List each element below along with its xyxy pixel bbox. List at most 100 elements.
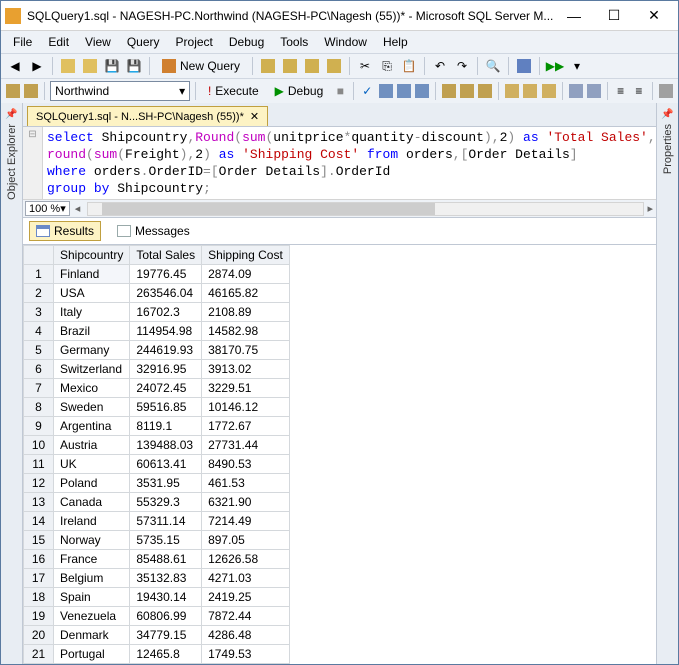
cell[interactable]: Austria [54, 436, 130, 455]
cell[interactable]: France [54, 550, 130, 569]
comment-button[interactable] [567, 81, 583, 101]
cell[interactable]: Canada [54, 493, 130, 512]
cancel-query-button[interactable]: ■ [332, 81, 348, 101]
results-file-button[interactable] [540, 81, 556, 101]
cell[interactable]: 19430.14 [130, 588, 202, 607]
cell[interactable]: 244619.93 [130, 341, 202, 360]
table-row[interactable]: 21Portugal12465.81749.53 [24, 645, 290, 664]
cell[interactable]: USA [54, 284, 130, 303]
zoom-combo[interactable]: 100 % ▾ [25, 201, 70, 216]
menu-tools[interactable]: Tools [272, 33, 316, 51]
menu-view[interactable]: View [77, 33, 119, 51]
cell[interactable]: 1749.53 [202, 645, 290, 664]
table-row[interactable]: 11UK60613.418490.53 [24, 455, 290, 474]
pin-icon[interactable]: 📌 [5, 109, 17, 120]
activity-monitor-button[interactable] [514, 56, 534, 76]
results-grid[interactable]: ShipcountryTotal SalesShipping Cost 1Fin… [23, 245, 290, 664]
row-number[interactable]: 13 [24, 493, 54, 512]
table-row[interactable]: 10Austria139488.0327731.44 [24, 436, 290, 455]
sql-editor[interactable]: ⊟ select Shipcountry,Round(sum(unitprice… [23, 127, 656, 199]
new-query-button[interactable]: New Query [155, 57, 247, 75]
menu-help[interactable]: Help [375, 33, 416, 51]
cell[interactable]: 57311.14 [130, 512, 202, 531]
cell[interactable]: Poland [54, 474, 130, 493]
copy-button[interactable]: ⎘ [377, 56, 397, 76]
row-number[interactable]: 16 [24, 550, 54, 569]
cell[interactable]: 60613.41 [130, 455, 202, 474]
scrollbar-thumb[interactable] [102, 203, 435, 215]
row-number[interactable]: 2 [24, 284, 54, 303]
cell[interactable]: 19776.45 [130, 265, 202, 284]
open-button[interactable] [80, 56, 100, 76]
uncomment-button[interactable] [586, 81, 602, 101]
cell[interactable]: 34779.15 [130, 626, 202, 645]
table-row[interactable]: 3Italy16702.32108.89 [24, 303, 290, 322]
table-row[interactable]: 9Argentina8119.11772.67 [24, 417, 290, 436]
include-stats-button[interactable] [459, 81, 475, 101]
cell[interactable]: Sweden [54, 398, 130, 417]
cell[interactable]: 897.05 [202, 531, 290, 550]
cell[interactable]: Ireland [54, 512, 130, 531]
row-number[interactable]: 5 [24, 341, 54, 360]
find-button[interactable]: 🔍 [483, 56, 503, 76]
menu-edit[interactable]: Edit [40, 33, 77, 51]
table-row[interactable]: 5Germany244619.9338170.75 [24, 341, 290, 360]
cell[interactable]: Denmark [54, 626, 130, 645]
cut-button[interactable]: ✂ [355, 56, 375, 76]
cell[interactable]: 2874.09 [202, 265, 290, 284]
cell[interactable]: 12626.58 [202, 550, 290, 569]
cell[interactable]: Argentina [54, 417, 130, 436]
row-number[interactable]: 17 [24, 569, 54, 588]
specify-template-button[interactable] [658, 81, 674, 101]
cell[interactable]: 24072.45 [130, 379, 202, 398]
decrease-indent-button[interactable]: ≡ [613, 81, 629, 101]
cell[interactable]: 114954.98 [130, 322, 202, 341]
cell[interactable]: 46165.82 [202, 284, 290, 303]
cell[interactable]: 8490.53 [202, 455, 290, 474]
results-text-button[interactable] [504, 81, 520, 101]
cell[interactable]: 139488.03 [130, 436, 202, 455]
cell[interactable]: 7872.44 [202, 607, 290, 626]
row-number[interactable]: 14 [24, 512, 54, 531]
analysis-query-button[interactable] [280, 56, 300, 76]
table-row[interactable]: 12Poland3531.95461.53 [24, 474, 290, 493]
cell[interactable]: 2108.89 [202, 303, 290, 322]
table-row[interactable]: 20Denmark34779.154286.48 [24, 626, 290, 645]
intellisense-button[interactable] [414, 81, 430, 101]
table-row[interactable]: 8Sweden59516.8510146.12 [24, 398, 290, 417]
cell[interactable]: Finland [54, 265, 130, 284]
sqlcmd-mode-button[interactable] [477, 81, 493, 101]
include-plan-button[interactable] [441, 81, 457, 101]
table-row[interactable]: 6Switzerland32916.953913.02 [24, 360, 290, 379]
close-icon[interactable]: ✕ [250, 110, 259, 123]
paste-button[interactable]: 📋 [399, 56, 419, 76]
column-header[interactable]: Total Sales [130, 246, 202, 265]
table-row[interactable]: 18Spain19430.142419.25 [24, 588, 290, 607]
scroll-right-button[interactable]: ▸ [644, 202, 656, 215]
cell[interactable]: 3229.51 [202, 379, 290, 398]
cell[interactable]: 3913.02 [202, 360, 290, 379]
cell[interactable]: Belgium [54, 569, 130, 588]
cell[interactable]: Mexico [54, 379, 130, 398]
menu-file[interactable]: File [5, 33, 40, 51]
cell[interactable]: Norway [54, 531, 130, 550]
table-row[interactable]: 2USA263546.0446165.82 [24, 284, 290, 303]
table-row[interactable]: 17Belgium35132.834271.03 [24, 569, 290, 588]
pin-icon[interactable]: 📌 [661, 109, 673, 120]
table-row[interactable]: 19Venezuela60806.997872.44 [24, 607, 290, 626]
menu-query[interactable]: Query [119, 33, 168, 51]
cell[interactable]: 8119.1 [130, 417, 202, 436]
save-button[interactable]: 💾 [102, 56, 122, 76]
redo-button[interactable]: ↷ [452, 56, 472, 76]
cell[interactable]: Spain [54, 588, 130, 607]
minimize-button[interactable]: — [554, 3, 594, 29]
sql-code[interactable]: select Shipcountry,Round(sum(unitprice*q… [43, 127, 656, 199]
table-row[interactable]: 15Norway5735.15897.05 [24, 531, 290, 550]
outline-collapse-icon[interactable]: ⊟ [23, 127, 42, 140]
column-header[interactable]: Shipping Cost [202, 246, 290, 265]
cell[interactable]: 263546.04 [130, 284, 202, 303]
row-number[interactable]: 21 [24, 645, 54, 664]
database-combo[interactable]: Northwind▾ [50, 81, 190, 101]
menu-project[interactable]: Project [168, 33, 221, 51]
row-number[interactable]: 3 [24, 303, 54, 322]
